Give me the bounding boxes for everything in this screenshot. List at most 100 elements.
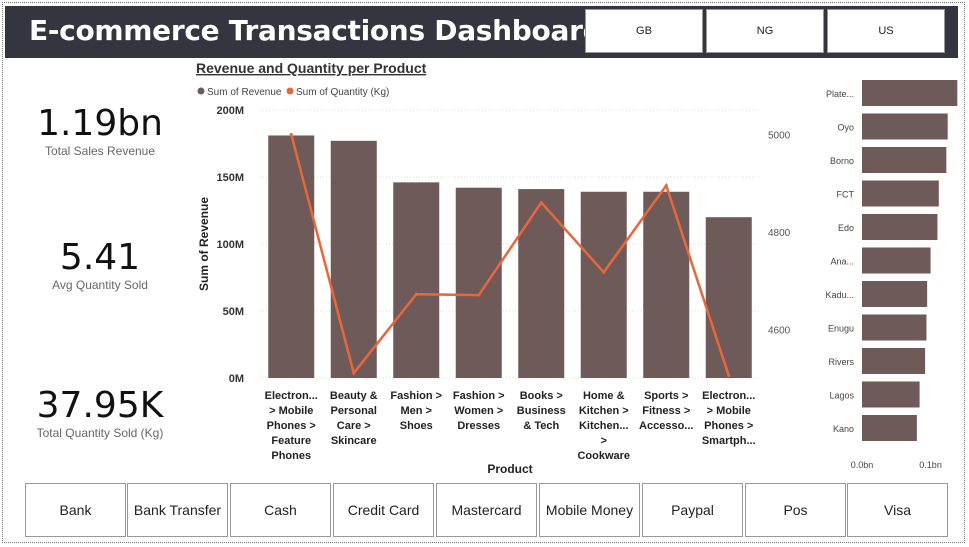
quantity-point <box>477 293 481 297</box>
state-bar <box>862 415 917 441</box>
x-tick-label: Smartph... <box>702 435 756 447</box>
x-tick-label: 0.1bn <box>919 460 942 470</box>
header-bar: E-commerce Transactions Dashboard GB NG … <box>5 6 958 58</box>
x-tick-label: Beauty & <box>330 390 378 402</box>
revenue-bar <box>705 217 752 378</box>
quantity-point <box>727 374 731 378</box>
kpi-avg-quantity: 5.41 Avg Quantity Sold <box>10 237 190 293</box>
kpi-total-quantity: 37.95K Total Quantity Sold (Kg) <box>10 385 190 441</box>
state-bar <box>862 147 947 173</box>
x-tick-label: Fitness > <box>642 405 690 417</box>
quantity-point <box>289 132 293 136</box>
kpi-value: 37.95K <box>36 385 164 426</box>
y-tick-label: 50M <box>223 306 244 318</box>
kpi-value: 5.41 <box>59 237 141 278</box>
x-tick-label: & Tech <box>523 420 559 432</box>
x-tick-label: 0.0bn <box>851 460 874 470</box>
country-button-us[interactable]: US <box>827 9 945 53</box>
kpi-label: Total Quantity Sold (Kg) <box>36 426 164 440</box>
x-tick-label: Cookware <box>577 450 630 462</box>
x-tick-label: > Mobile <box>707 405 751 417</box>
dashboard-title: E-commerce Transactions Dashboard <box>29 14 603 47</box>
country-button-ng[interactable]: NG <box>706 9 824 53</box>
state-label: Borno <box>830 156 854 166</box>
chart-title: Revenue and Quantity per Product <box>196 60 427 76</box>
state-bar <box>862 214 938 240</box>
x-tick-label: Kitchen... <box>579 420 629 432</box>
state-bar <box>862 348 926 374</box>
payment-button-mobile-money[interactable]: Mobile Money <box>539 483 640 537</box>
revenue-bar <box>455 187 502 378</box>
payment-button-paypal[interactable]: Paypal <box>642 483 743 537</box>
x-tick-label: Electron... <box>265 390 318 402</box>
state-bar <box>862 247 931 274</box>
state-label: Kadu... <box>825 290 854 300</box>
x-tick-label: Fashion > <box>453 390 505 402</box>
revenue-bar <box>518 189 565 378</box>
legend-marker-quantity <box>286 87 294 95</box>
x-tick-label: Accesso... <box>639 420 693 432</box>
revenue-bar <box>268 135 315 378</box>
revenue-quantity-chart: Revenue and Quantity per Product Sum of R… <box>196 60 800 476</box>
x-tick-label: Books > <box>520 390 563 402</box>
state-label: Edo <box>838 223 854 233</box>
y-tick-label: 0M <box>229 373 244 385</box>
kpi-value: 1.19bn <box>37 103 163 144</box>
state-bar <box>862 381 920 408</box>
x-tick-label: Skincare <box>331 435 377 447</box>
legend-label-quantity: Sum of Quantity (Kg) <box>296 87 389 98</box>
x-tick-label: Men > <box>401 405 432 417</box>
x-tick-label: Women > <box>454 405 503 417</box>
payment-button-visa[interactable]: Visa <box>847 483 948 537</box>
x-tick-label: Shoes <box>400 420 433 432</box>
revenue-bar <box>330 140 377 378</box>
state-bar <box>862 113 948 140</box>
payment-button-bank-transfer[interactable]: Bank Transfer <box>127 483 228 537</box>
quantity-point <box>664 184 668 188</box>
x-tick-label: > <box>601 435 607 447</box>
y-tick-label: 200M <box>216 105 244 117</box>
x-tick-label: Personal <box>331 405 377 417</box>
country-button-gb[interactable]: GB <box>585 9 703 53</box>
payment-button-mastercard[interactable]: Mastercard <box>436 483 537 537</box>
x-tick-label: Care > <box>337 420 371 432</box>
x-tick-label: Home & <box>583 390 625 402</box>
x-tick-label: Kitchen > <box>579 405 629 417</box>
x-tick-label: Sports > <box>644 390 688 402</box>
x-tick-label: Phones > <box>267 420 316 432</box>
quantity-point <box>539 201 543 205</box>
state-label: Plate... <box>826 89 854 99</box>
legend-marker-revenue <box>197 87 205 95</box>
quantity-point <box>352 371 356 375</box>
x-axis-title: Product <box>487 462 532 476</box>
state-label: Oyo <box>837 123 854 133</box>
y-tick-label: 150M <box>216 172 244 184</box>
y2-tick-label: 4600 <box>768 325 791 336</box>
payment-button-pos[interactable]: Pos <box>745 483 846 537</box>
payment-button-credit-card[interactable]: Credit Card <box>333 483 434 537</box>
state-label: Ana... <box>830 257 854 267</box>
payment-button-cash[interactable]: Cash <box>230 483 331 537</box>
state-revenue-chart: Plate... Oyo Borno FCT Edo Ana... Kadu... Enugu… <box>825 80 958 470</box>
revenue-bar <box>393 182 440 378</box>
quantity-point <box>602 270 606 274</box>
payment-button-bank[interactable]: Bank <box>25 483 126 537</box>
revenue-bar <box>580 191 627 378</box>
kpi-label: Total Sales Revenue <box>44 144 156 158</box>
x-tick-label: > Mobile <box>269 405 313 417</box>
quantity-point <box>414 292 418 296</box>
state-label: Enugu <box>828 324 854 334</box>
state-label: FCT <box>837 190 855 200</box>
y2-tick-label: 4800 <box>768 228 791 239</box>
x-tick-label: Fashion > <box>390 390 442 402</box>
x-tick-label: Feature <box>271 435 311 447</box>
x-tick-label: Dresses <box>457 420 500 432</box>
state-bar <box>862 281 928 307</box>
x-tick-label: Phones <box>271 450 311 462</box>
x-tick-label: Phones > <box>704 420 753 432</box>
state-label: Kano <box>833 424 854 434</box>
y2-tick-label: 5000 <box>768 130 791 141</box>
state-bar <box>862 180 939 207</box>
legend-label-revenue: Sum of Revenue <box>207 87 282 98</box>
y-axis-title: Sum of Revenue <box>197 197 211 291</box>
